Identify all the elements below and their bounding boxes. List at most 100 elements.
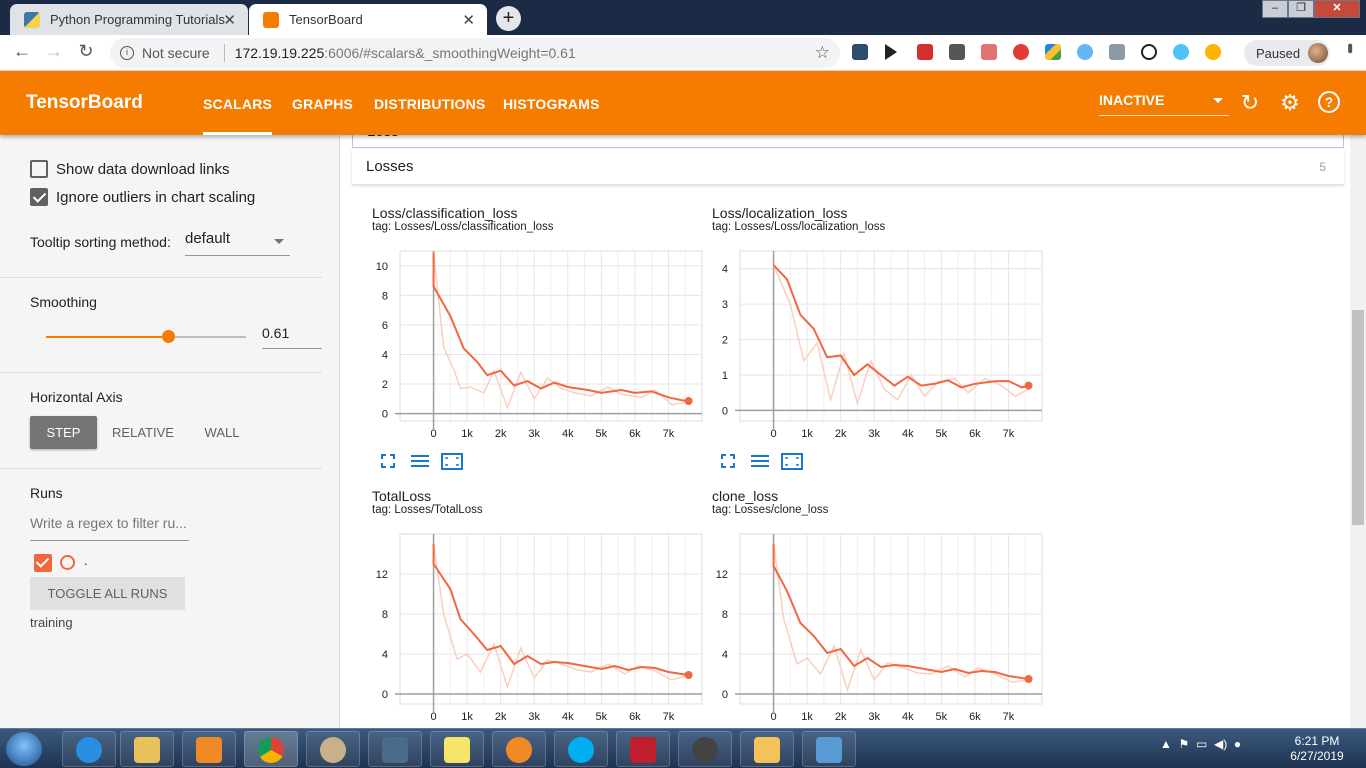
tab-graphs[interactable]: GRAPHS — [292, 96, 353, 112]
scrollbar-thumb[interactable] — [1352, 310, 1364, 525]
y-tick-label: 8 — [382, 290, 388, 302]
run-checkbox[interactable] — [34, 554, 52, 572]
ignore-outliers-checkbox[interactable] — [30, 188, 48, 206]
vpn-taskbar-icon[interactable] — [678, 731, 732, 767]
co-extension-icon[interactable] — [1205, 44, 1221, 60]
page-scrollbar[interactable] — [1350, 135, 1366, 728]
youtube-extension-icon[interactable] — [917, 44, 933, 60]
run-filter-input[interactable]: Write a regex to filter ru... — [30, 515, 189, 541]
ignore-outliers-option[interactable]: Ignore outliers in chart scaling — [30, 188, 255, 206]
minimize-button[interactable]: – — [1262, 0, 1288, 18]
x-tick-label: 1k — [801, 711, 813, 723]
log-scale-toggle-icon[interactable] — [411, 455, 429, 467]
skype-taskbar-icon[interactable] — [554, 731, 608, 767]
fullscreen-icon[interactable] — [721, 454, 735, 468]
axis-step-button[interactable]: STEP — [30, 416, 97, 449]
chart-plot[interactable]: 0 1k 2k 3k 4k 5k 6k 7k04812 — [340, 524, 705, 724]
tab-tensorboard[interactable]: TensorBoard ✕ — [249, 4, 487, 35]
show-download-links-checkbox[interactable] — [30, 160, 48, 178]
fullscreen-icon[interactable] — [381, 454, 395, 468]
sticky-notes-taskbar-icon[interactable] — [430, 731, 484, 767]
taskbar-clock[interactable]: 6:21 PM 6/27/2019 — [1282, 734, 1352, 764]
chart-card: TotalLoss tag: Losses/TotalLoss 0 1k 2k 3k 4… — [340, 488, 703, 758]
tooltip-sorting-select[interactable]: default — [185, 230, 290, 256]
network-taskbar-icon[interactable] — [368, 731, 422, 767]
pocket-extension-icon[interactable] — [1013, 44, 1029, 60]
internet-explorer-taskbar-icon[interactable] — [62, 731, 116, 767]
smoothing-slider[interactable] — [46, 330, 246, 343]
x-tick-label: 7k — [663, 428, 675, 440]
axis-relative-button[interactable]: RELATIVE — [106, 416, 180, 449]
inactive-dropdown[interactable]: INACTIVE — [1099, 92, 1229, 116]
slider-thumb[interactable] — [162, 330, 175, 343]
x-tick-label: 5k — [936, 428, 948, 440]
info-icon[interactable]: i — [120, 46, 134, 60]
chart-plot[interactable]: 0 1k 2k 3k 4k 5k 6k 7k01234 — [680, 241, 1045, 441]
h-extension-icon[interactable] — [949, 44, 965, 60]
photos-taskbar-icon[interactable] — [802, 731, 856, 767]
chart-action-buttons — [721, 453, 803, 470]
clock-time: 6:21 PM — [1294, 734, 1340, 748]
y-tick-label: 3 — [722, 299, 728, 311]
fit-domain-icon[interactable] — [781, 453, 803, 470]
file-explorer-taskbar-icon[interactable] — [120, 731, 174, 767]
window-close-button[interactable]: ✕ — [1314, 0, 1360, 18]
start-button-icon[interactable] — [6, 732, 42, 766]
app-taskbar-icon[interactable] — [492, 731, 546, 767]
play-extension-icon[interactable] — [885, 44, 897, 60]
filezilla-taskbar-icon[interactable] — [616, 731, 670, 767]
system-tray[interactable]: ▲ ⚑ ▭ ◀) ● — [1160, 737, 1241, 751]
show-download-links-option[interactable]: Show data download links — [30, 160, 229, 178]
fit-domain-icon[interactable] — [441, 453, 463, 470]
axis-wall-button[interactable]: WALL — [196, 416, 248, 449]
extension-icon[interactable] — [852, 44, 868, 60]
scalars-main-panel: Loss Losses 5 Loss/classification_loss t… — [340, 130, 1350, 728]
chart-plot[interactable]: 0 1k 2k 3k 4k 5k 6k 7k0246810 — [340, 241, 705, 441]
profile-paused-button[interactable]: Paused — [1244, 40, 1330, 66]
chrome-taskbar-icon[interactable] — [244, 731, 298, 767]
bookmark-star-icon[interactable]: ☆ — [815, 43, 830, 63]
close-icon[interactable]: ✕ — [223, 11, 236, 29]
run-radio-button[interactable] — [60, 555, 75, 570]
chart-plot[interactable]: 0 1k 2k 3k 4k 5k 6k 7k04812 — [680, 524, 1045, 724]
smoothing-value-input[interactable]: 0.61 — [262, 325, 322, 349]
help-icon[interactable]: ? — [1318, 91, 1340, 113]
tab-distributions[interactable]: DISTRIBUTIONS — [374, 96, 486, 112]
media-player-taskbar-icon[interactable] — [182, 731, 236, 767]
chart-title: clone_loss — [712, 488, 779, 504]
divider — [0, 468, 322, 469]
drive-extension-icon[interactable] — [1045, 44, 1061, 60]
tab-histograms[interactable]: HISTOGRAMS — [503, 96, 600, 112]
address-bar[interactable]: i Not secure 172.19.19.225 :6006/#scalar… — [110, 38, 840, 68]
weather-extension-icon[interactable] — [1173, 44, 1189, 60]
chart-tag: tag: Losses/Loss/classification_loss — [372, 221, 554, 233]
new-tab-button[interactable]: + — [496, 6, 521, 31]
browser-toolbar: ← → ↻ i Not secure 172.19.19.225 :6006/#… — [0, 35, 1366, 71]
log-scale-toggle-icon[interactable] — [751, 455, 769, 467]
toggle-all-runs-button[interactable]: TOGGLE ALL RUNS — [30, 577, 185, 610]
x-tick-label: 5k — [596, 428, 608, 440]
forward-arrow-icon[interactable]: → — [42, 41, 66, 62]
tab-python-tutorials[interactable]: Python Programming Tutorials ✕ — [10, 4, 248, 35]
maximize-button[interactable]: ❐ — [1288, 0, 1314, 18]
category-header-losses[interactable]: Losses 5 — [352, 149, 1344, 185]
clock-extension-icon[interactable] — [1141, 44, 1157, 60]
tab-scalars[interactable]: SCALARS — [203, 96, 273, 135]
cloud-extension-icon[interactable] — [1077, 44, 1093, 60]
more-menu-icon[interactable]: ••• — [1340, 43, 1358, 51]
x-tick-label: 6k — [629, 711, 641, 723]
settings-gear-icon[interactable]: ⚙ — [1278, 91, 1302, 115]
paint-taskbar-icon[interactable] — [306, 731, 360, 767]
slider-fill — [46, 336, 168, 338]
reload-icon[interactable]: ↻ — [74, 41, 98, 62]
scheduler-taskbar-icon[interactable] — [740, 731, 794, 767]
sidebar: Show data download links Ignore outliers… — [0, 135, 340, 728]
refresh-icon[interactable]: ↻ — [1238, 91, 1262, 115]
back-arrow-icon[interactable]: ← — [10, 41, 34, 62]
image-extension-icon[interactable] — [1109, 44, 1125, 60]
extension-badge-icon[interactable] — [981, 44, 997, 60]
x-tick-label: 7k — [1003, 711, 1015, 723]
y-tick-label: 4 — [722, 264, 728, 276]
close-icon[interactable]: ✕ — [462, 11, 475, 29]
y-tick-label: 4 — [382, 649, 388, 661]
